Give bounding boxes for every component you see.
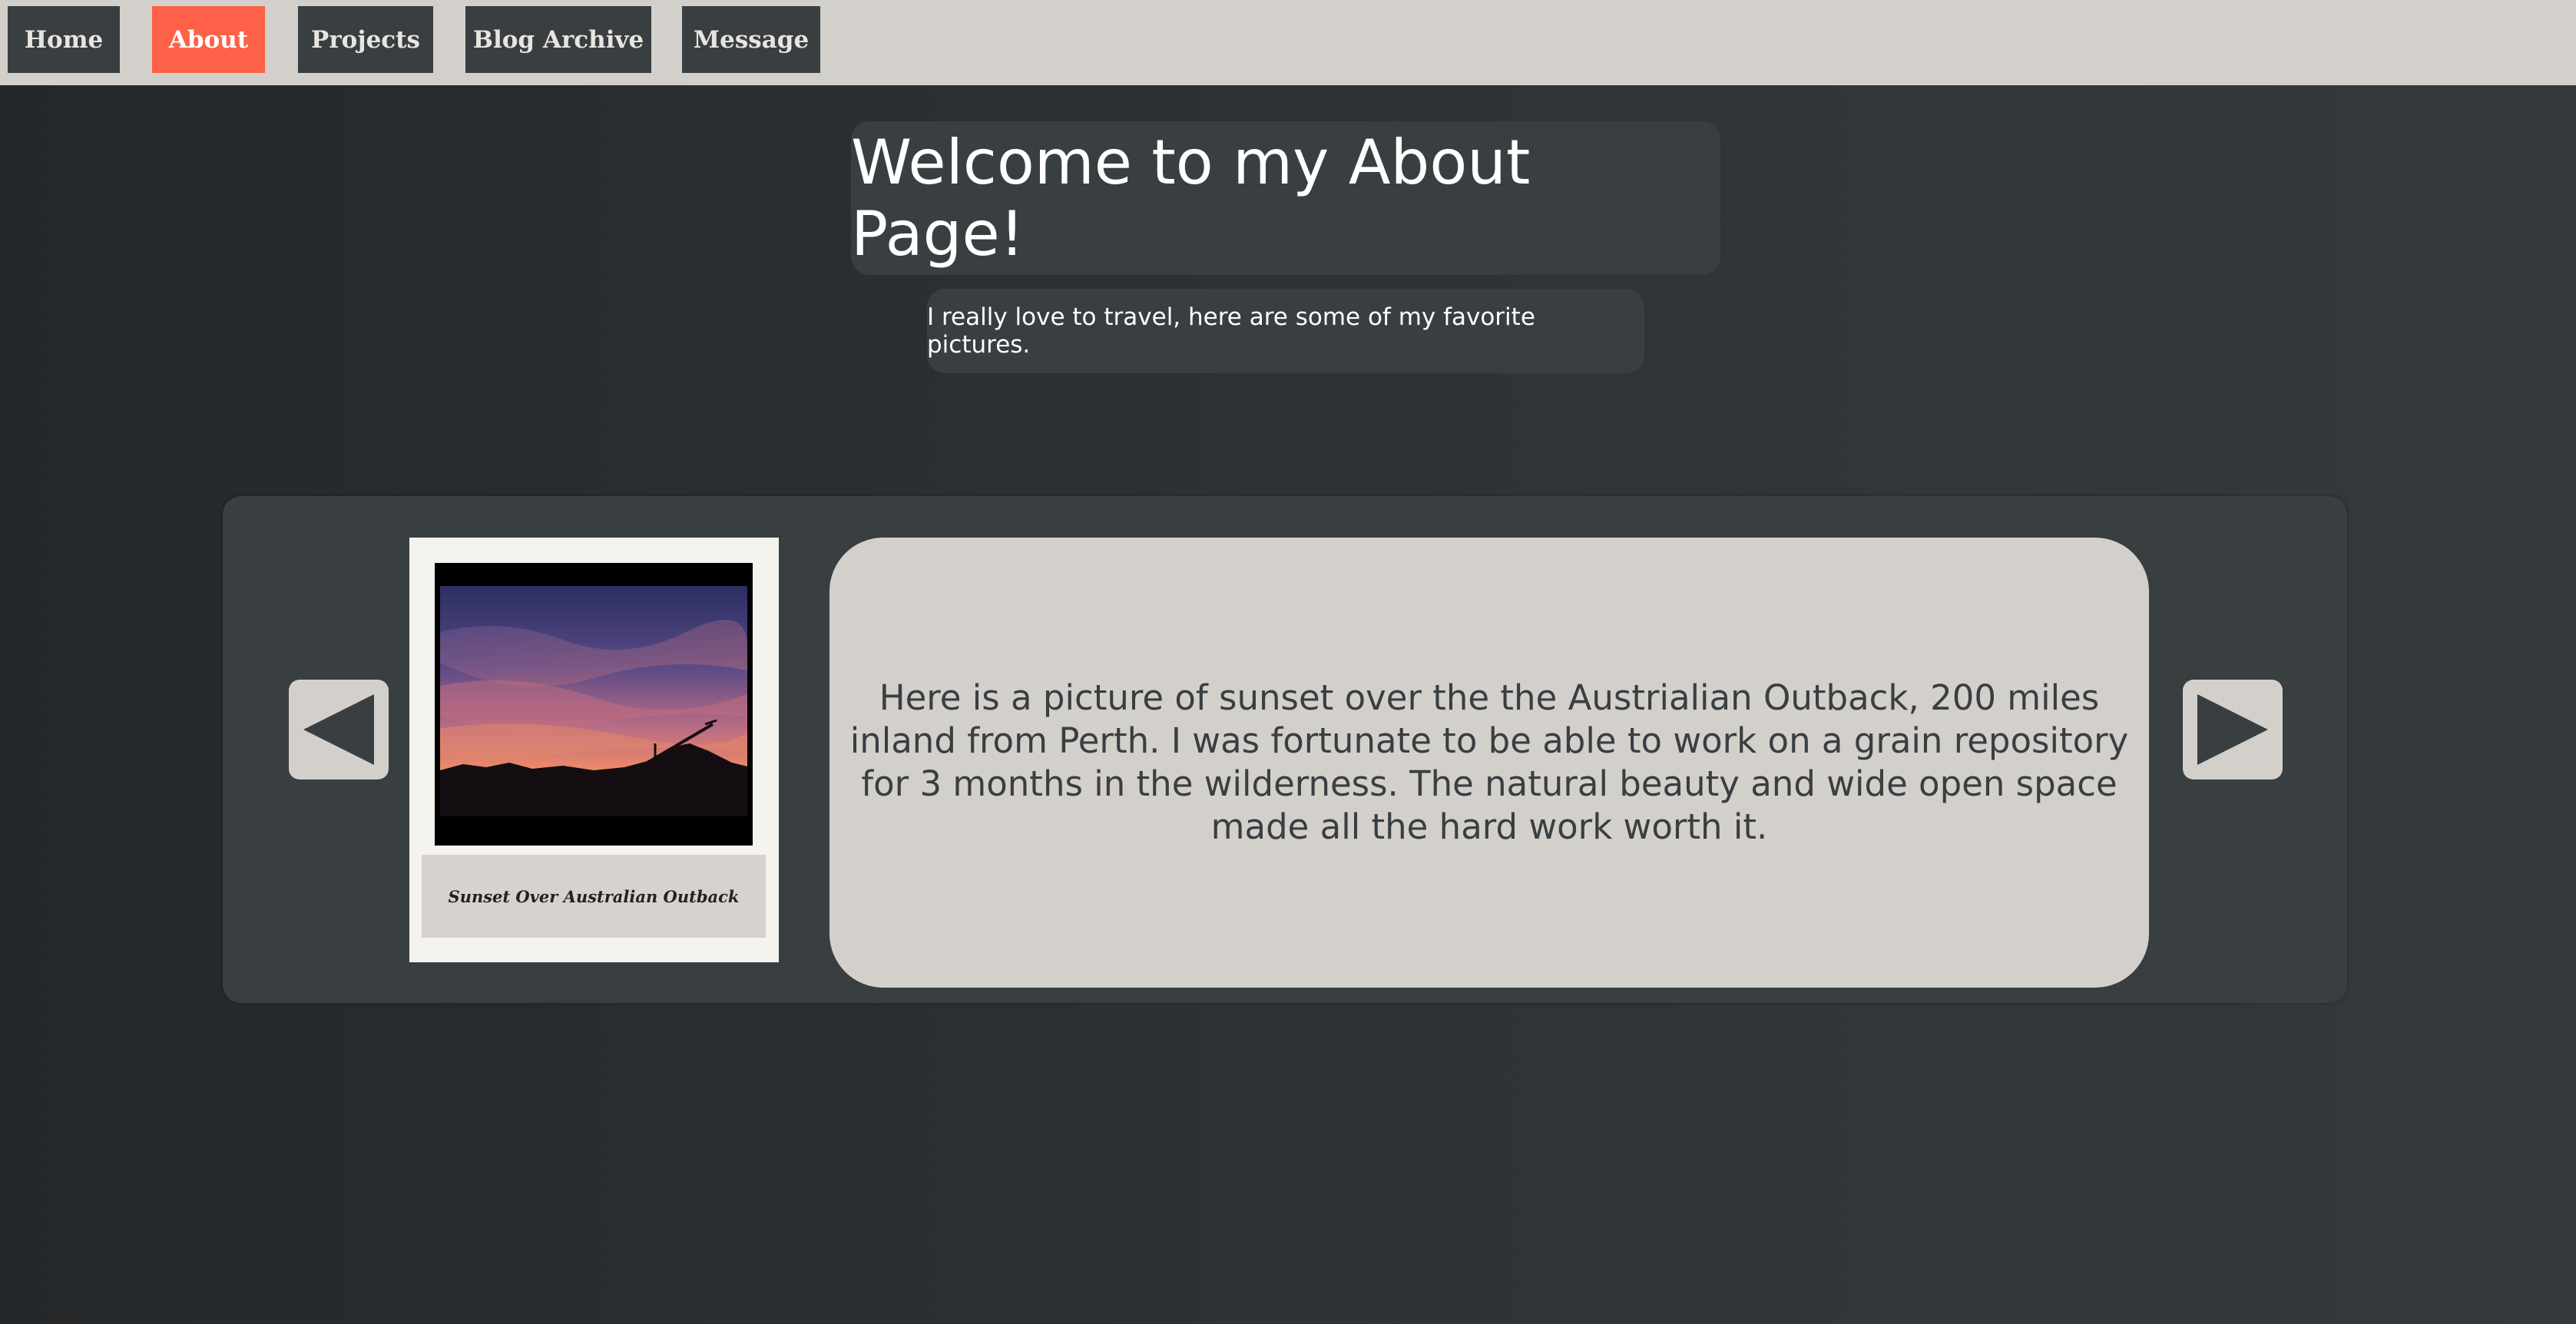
next-photo-button[interactable] — [2183, 680, 2283, 780]
page-subtitle: I really love to travel, here are some o… — [927, 289, 1644, 373]
nav-message-button[interactable]: Message — [682, 6, 820, 73]
photo-card: Sunset Over Australian Outback — [409, 538, 779, 962]
triangle-left-icon — [303, 694, 374, 765]
page-title: Welcome to my About Page! — [851, 121, 1720, 275]
photo-caption: Sunset Over Australian Outback — [422, 855, 766, 938]
previous-photo-button[interactable] — [289, 680, 389, 780]
triangle-right-icon — [2197, 694, 2268, 765]
nav-about-button[interactable]: About — [152, 6, 265, 73]
sunset-photo — [440, 586, 747, 816]
photo-description: Here is a picture of sunset over the the… — [829, 538, 2149, 988]
top-nav-bar: Home About Projects Blog Archive Message — [0, 0, 2576, 85]
nav-blog-archive-button[interactable]: Blog Archive — [465, 6, 651, 73]
nav-projects-button[interactable]: Projects — [298, 6, 433, 73]
photo-frame — [435, 563, 753, 846]
nav-home-button[interactable]: Home — [8, 6, 120, 73]
